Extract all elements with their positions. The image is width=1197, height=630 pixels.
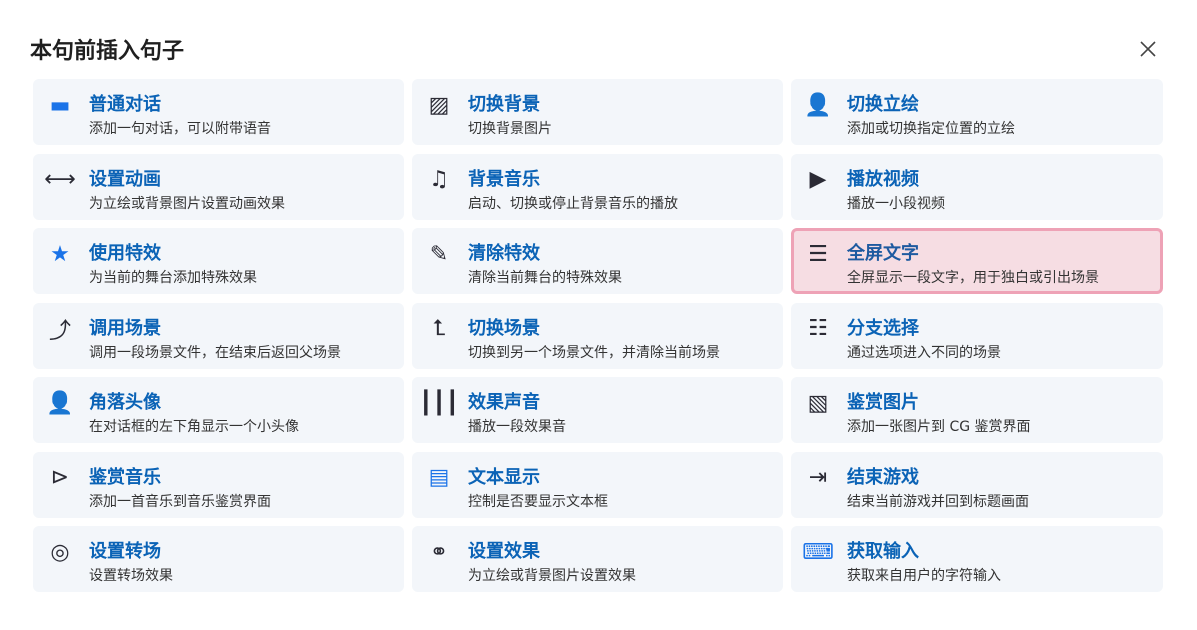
card-description: 切换背景图片 — [468, 121, 552, 137]
card-title: 播放视频 — [847, 168, 919, 190]
card-description: 设置转场效果 — [89, 568, 173, 584]
chat-bubble-icon: ▬ — [49, 92, 71, 118]
card-title: 角落头像 — [89, 392, 161, 413]
video-icon: ▶ — [809, 167, 827, 192]
sentence-type-card[interactable]: ▬ 普通对话 添加一句对话，可以附带语音 — [33, 79, 404, 145]
switch-scene-icon: ⮤ — [432, 316, 446, 341]
card-description: 清除当前舞台的特殊效果 — [468, 270, 622, 286]
sentence-type-card[interactable]: ◎ 设置转场 设置转场效果 — [33, 526, 404, 592]
card-description: 控制是否要显示文本框 — [468, 493, 608, 510]
music-note-icon: ♫ — [429, 167, 449, 192]
sentence-type-card[interactable]: ⟷ 设置动画 为立绘或背景图片设置动画效果 — [33, 153, 404, 220]
card-title: 使用特效 — [89, 243, 161, 264]
list-icon: ☷ — [808, 316, 828, 341]
card-title: 获取输入 — [847, 541, 919, 562]
card-description: 为当前的舞台添加特殊效果 — [89, 270, 257, 286]
sentence-type-card[interactable]: ⌨ 获取输入 获取来自用户的字符输入 — [791, 526, 1163, 592]
eraser-icon: ✎ — [429, 241, 449, 267]
sentence-type-card[interactable]: ▨ 切换背景 切换背景图片 — [412, 79, 783, 145]
card-description: 为立绘或背景图片设置效果 — [468, 568, 636, 584]
card-description: 在对话框的左下角显示一个小头像 — [89, 419, 299, 435]
sentence-type-card[interactable]: ☷ 分支选择 通过选项进入不同的场景 — [791, 302, 1163, 369]
card-title: 鉴赏图片 — [847, 392, 919, 413]
card-title: 设置动画 — [89, 168, 161, 190]
image-icon: ▨ — [428, 92, 450, 118]
card-title: 清除特效 — [468, 243, 540, 264]
card-title: 效果声音 — [468, 392, 540, 413]
sentence-type-card[interactable]: 👤 切换立绘 添加或切换指定位置的立绘 — [791, 79, 1163, 145]
sentence-type-card[interactable]: ☰ 全屏文字 全屏显示一段文字，用于独白或引出场景 — [791, 228, 1163, 294]
card-description: 结束当前游戏并回到标题画面 — [847, 493, 1029, 510]
card-title: 切换背景 — [468, 94, 540, 115]
sentence-type-card[interactable]: ⮤ 切换场景 切换到另一个场景文件，并清除当前场景 — [412, 302, 783, 369]
sentence-type-card[interactable]: ▶ 播放视频 播放一小段视频 — [791, 153, 1163, 220]
card-description: 调用一段场景文件，在结束后返回父场景 — [89, 344, 341, 361]
card-description: 添加一句对话，可以附带语音 — [89, 121, 271, 137]
sentence-type-card[interactable]: ▤ 文本显示 控制是否要显示文本框 — [412, 451, 783, 518]
card-description: 添加一首音乐到音乐鉴赏界面 — [89, 493, 271, 510]
keyboard-icon: ⌨ — [802, 539, 834, 565]
sentence-type-card[interactable]: ▧ 鉴赏图片 添加一张图片到 CG 鉴赏界面 — [791, 377, 1163, 443]
card-title: 全屏文字 — [847, 243, 919, 264]
card-description: 切换到另一个场景文件，并清除当前场景 — [468, 344, 720, 361]
image-add-icon: ▧ — [807, 390, 829, 416]
card-title: 切换立绘 — [847, 94, 919, 115]
textbox-icon: ▤ — [428, 465, 450, 490]
sentence-type-card[interactable]: ✎ 清除特效 清除当前舞台的特殊效果 — [412, 228, 783, 294]
sentence-type-card[interactable]: ⊳ 鉴赏音乐 添加一首音乐到音乐鉴赏界面 — [33, 451, 404, 518]
arrow-up-turn-icon: ⤴ — [48, 318, 71, 344]
text-lines-icon: ☰ — [808, 241, 828, 267]
card-title: 普通对话 — [89, 94, 161, 115]
card-title: 调用场景 — [89, 317, 161, 339]
card-description: 播放一段效果音 — [468, 419, 566, 435]
card-description: 通过选项进入不同的场景 — [847, 344, 1001, 361]
sentence-type-card[interactable]: ⇥ 结束游戏 结束当前游戏并回到标题画面 — [791, 451, 1163, 518]
sentence-type-grid: ▬ 普通对话 添加一句对话，可以附带语音 ▨ 切换背景 切换背景图片 👤 切换立绘 … — [33, 79, 1163, 592]
card-title: 分支选择 — [847, 317, 919, 339]
card-description: 全屏显示一段文字，用于独白或引出场景 — [847, 270, 1099, 286]
arrows-horizontal-icon: ⟷ — [44, 167, 76, 192]
sentence-type-card[interactable]: ♫ 背景音乐 启动、切换或停止背景音乐的播放 — [412, 153, 783, 220]
sentence-type-card[interactable]: ⤴ 调用场景 调用一段场景文件，在结束后返回父场景 — [33, 302, 404, 369]
close-icon[interactable] — [1136, 37, 1160, 61]
exit-icon: ⇥ — [808, 465, 828, 490]
card-title: 设置效果 — [468, 541, 540, 562]
card-description: 启动、切换或停止背景音乐的播放 — [468, 195, 678, 212]
card-title: 设置转场 — [89, 541, 161, 562]
card-description: 为立绘或背景图片设置动画效果 — [89, 195, 285, 212]
card-title: 结束游戏 — [847, 466, 919, 488]
play-circle-add-icon: ⊳ — [50, 465, 70, 490]
sentence-type-card[interactable]: ★ 使用特效 为当前的舞台添加特殊效果 — [33, 228, 404, 294]
transition-icon: ◎ — [50, 539, 70, 565]
card-description: 播放一小段视频 — [847, 195, 945, 212]
magic-star-icon: ★ — [50, 241, 70, 267]
card-description: 添加一张图片到 CG 鉴赏界面 — [847, 419, 1031, 435]
sound-wave-icon: ┃┃┃ — [419, 390, 459, 416]
card-title: 背景音乐 — [468, 168, 540, 190]
dialog-title: 本句前插入句子 — [30, 39, 185, 64]
card-description: 添加或切换指定位置的立绘 — [847, 121, 1015, 137]
color-circles-icon: ⚭ — [429, 539, 449, 565]
sentence-type-card[interactable]: ┃┃┃ 效果声音 播放一段效果音 — [412, 377, 783, 443]
card-title: 切换场景 — [468, 317, 540, 339]
card-title: 文本显示 — [468, 466, 540, 488]
card-title: 鉴赏音乐 — [89, 466, 161, 488]
avatar-icon: 👤 — [46, 390, 74, 416]
card-description: 获取来自用户的字符输入 — [847, 568, 1001, 584]
sentence-type-card[interactable]: ⚭ 设置效果 为立绘或背景图片设置效果 — [412, 526, 783, 592]
sentence-type-card[interactable]: 👤 角落头像 在对话框的左下角显示一个小头像 — [33, 377, 404, 443]
person-icon: 👤 — [804, 92, 832, 118]
